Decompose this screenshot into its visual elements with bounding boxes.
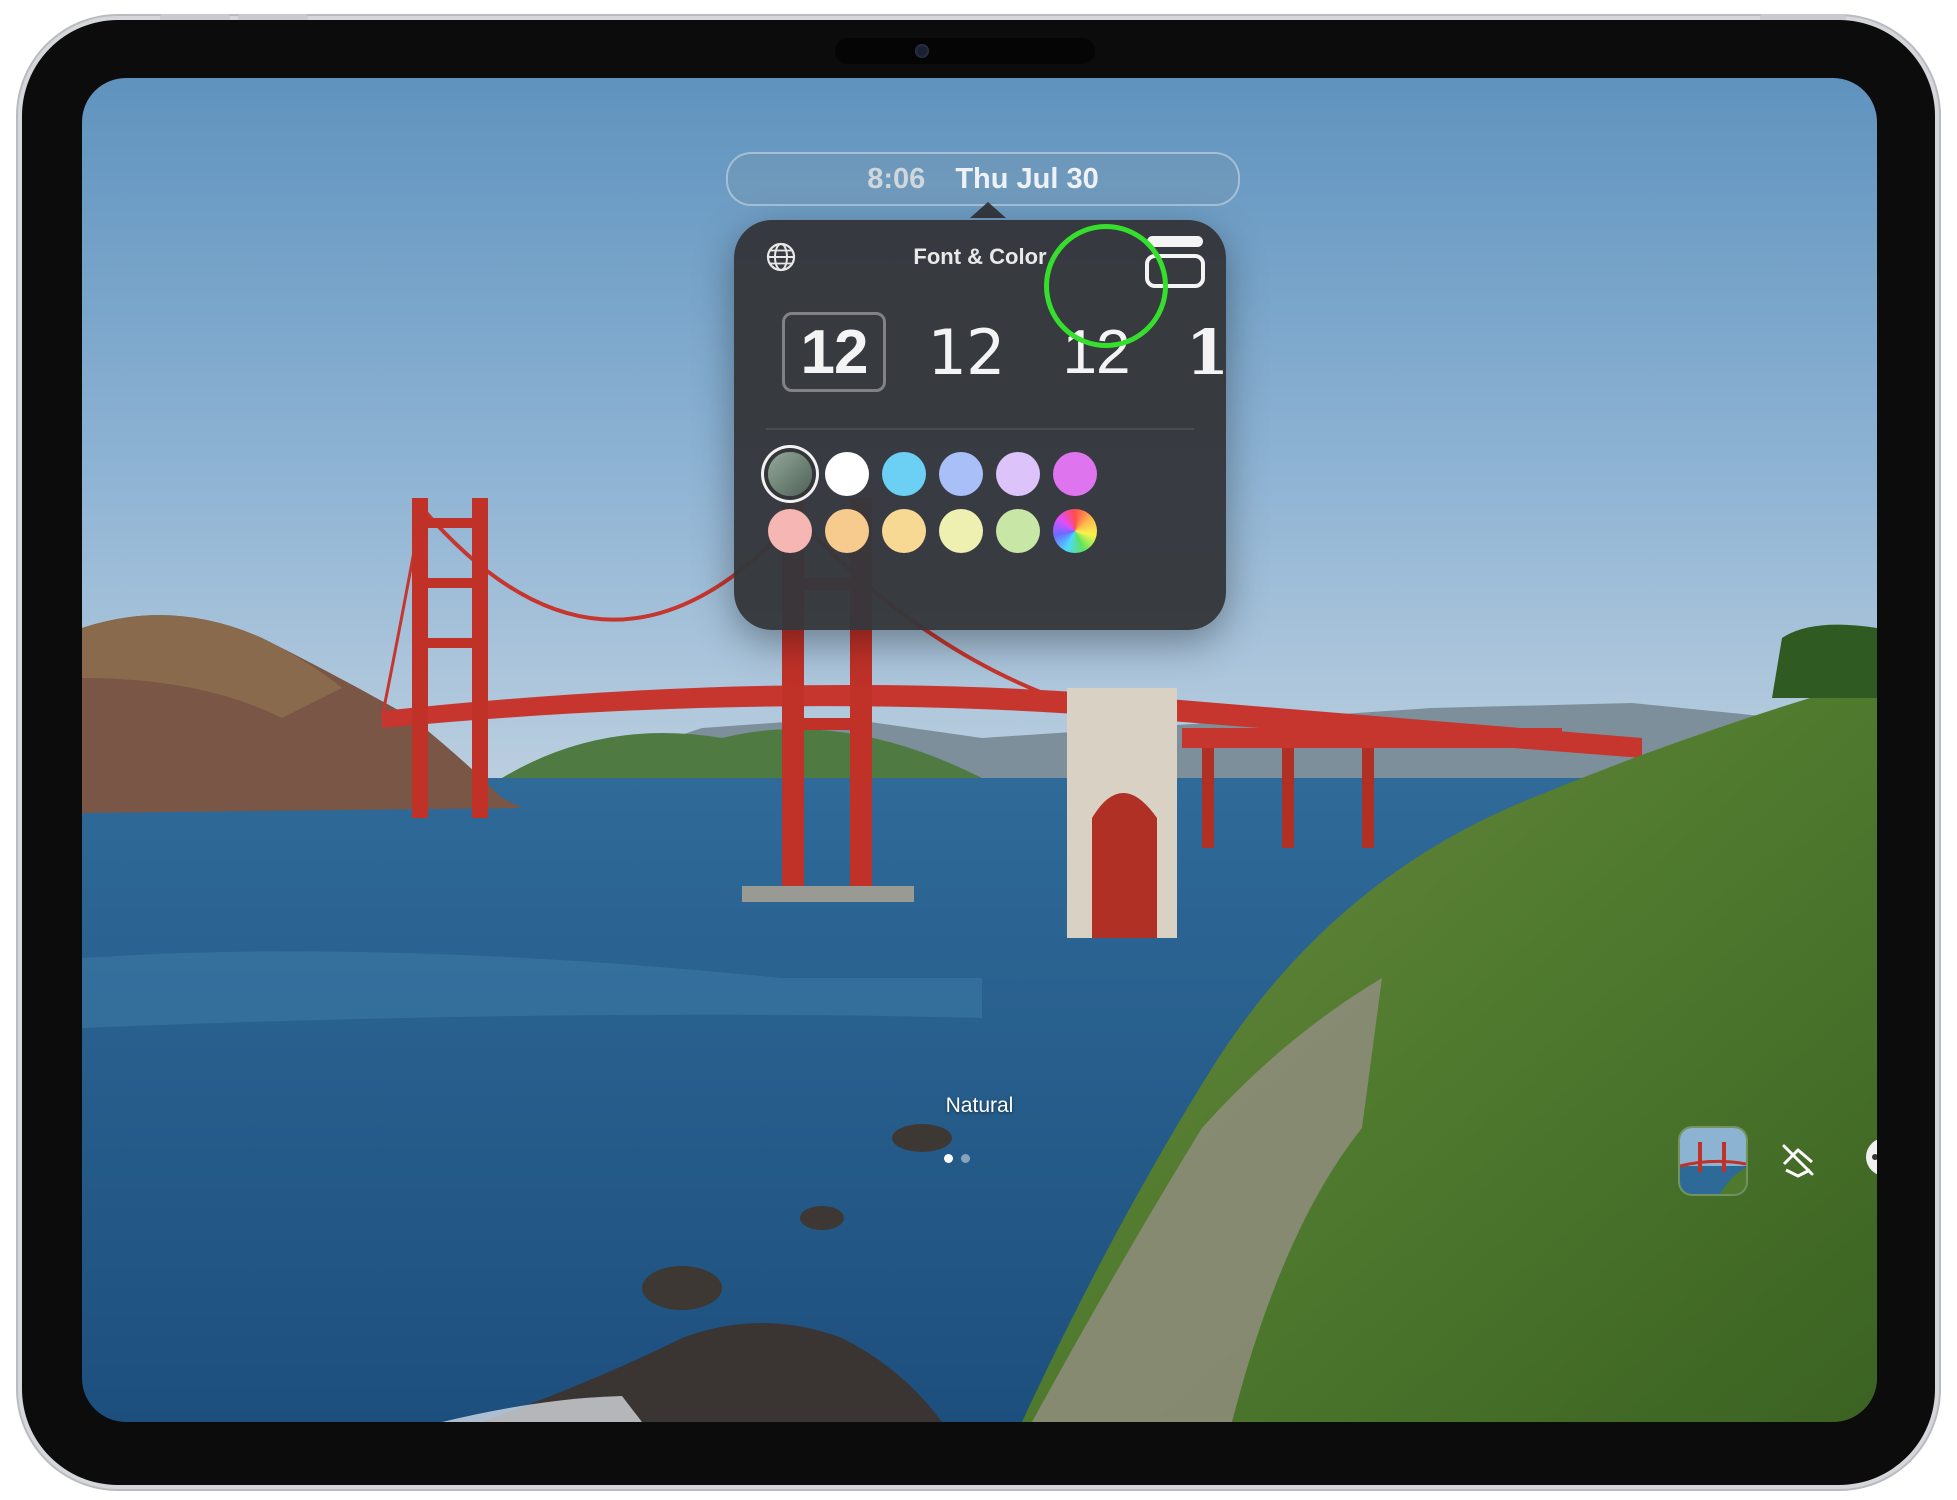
color-swatch[interactable]: [1053, 452, 1097, 496]
panel-divider: [766, 428, 1194, 430]
wallpaper-thumbnail-image: [1680, 1128, 1746, 1194]
color-swatch[interactable]: [939, 452, 983, 496]
page-dot-active: [944, 1154, 953, 1163]
volume-button: [160, 14, 230, 20]
font-option[interactable]: 12: [782, 312, 886, 392]
color-swatch[interactable]: [882, 452, 926, 496]
color-swatch[interactable]: [825, 452, 869, 496]
lock-screen-clock[interactable]: 8:06 Thu Jul 30: [726, 152, 1240, 206]
wallpaper-thumbnail[interactable]: [1680, 1128, 1746, 1194]
color-swatch[interactable]: [996, 452, 1040, 496]
color-swatch[interactable]: [882, 509, 926, 553]
power-button: [1760, 14, 1846, 20]
page-indicator: [944, 1154, 970, 1163]
lock-screen: 8:06 Thu Jul 30 Font & Color 12 12 12 12…: [82, 78, 1877, 1422]
page-dot: [961, 1154, 970, 1163]
volume-button: [238, 14, 308, 20]
highlight-ring: [1044, 224, 1168, 348]
clock-time: 8:06: [867, 162, 926, 195]
font-option[interactable]: 12: [914, 312, 1018, 392]
font-options: 12 12 12 12: [778, 312, 1226, 402]
depth-effect-icon[interactable]: [1778, 1140, 1818, 1180]
custom-color-swatch[interactable]: [1053, 509, 1097, 553]
color-swatch[interactable]: [768, 452, 812, 496]
camera-housing: [835, 38, 1095, 64]
wallpaper-style-label: Natural: [945, 1094, 1014, 1117]
color-swatch[interactable]: [825, 509, 869, 553]
color-swatch[interactable]: [996, 509, 1040, 553]
clock-date: Thu Jul 30: [955, 162, 1099, 195]
color-swatch[interactable]: [939, 509, 983, 553]
camera-lens: [915, 44, 929, 58]
more-dot: [1872, 1154, 1877, 1160]
font-option[interactable]: 12: [1176, 312, 1226, 392]
popover-arrow: [970, 202, 1006, 218]
color-swatch[interactable]: [768, 509, 812, 553]
